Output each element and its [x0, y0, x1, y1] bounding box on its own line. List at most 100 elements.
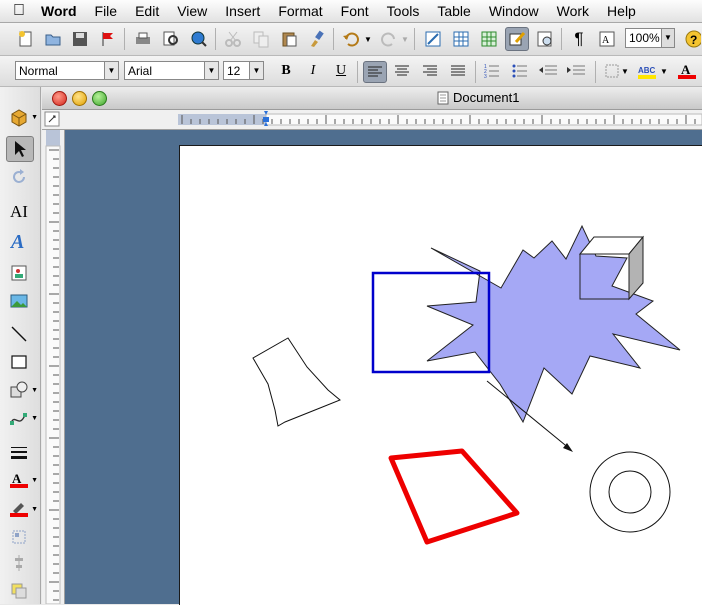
print-icon[interactable]: [131, 27, 155, 51]
group-objects-icon[interactable]: [6, 525, 32, 549]
align-distribute-icon[interactable]: [6, 551, 32, 575]
borders-dropdown-arrow-icon[interactable]: ▼: [620, 61, 630, 81]
menu-app-word[interactable]: Word: [32, 3, 86, 19]
svg-text:A: A: [10, 231, 24, 250]
arrange-order-icon[interactable]: [6, 579, 32, 603]
vertical-ruler[interactable]: [42, 130, 65, 604]
line-style-icon[interactable]: [6, 440, 32, 464]
insert-clip-art-icon[interactable]: [6, 261, 32, 285]
rectangle-tool-icon[interactable]: [6, 350, 32, 374]
paste-clipboard-icon[interactable]: [277, 27, 301, 51]
insert-spreadsheet-icon[interactable]: [477, 27, 501, 51]
italic-button[interactable]: I: [302, 61, 324, 81]
align-center-icon[interactable]: [391, 61, 413, 81]
document-map-icon[interactable]: [533, 27, 557, 51]
undo-dropdown-arrow-icon[interactable]: ▼: [363, 27, 373, 51]
new-document-icon[interactable]: [14, 27, 38, 51]
window-title-bar[interactable]: Document1: [42, 87, 702, 110]
copy-icon[interactable]: [249, 27, 273, 51]
font-select[interactable]: Arial ▼: [124, 61, 219, 80]
highlight-dropdown-arrow-icon[interactable]: ▼: [659, 61, 669, 81]
svg-text:ABC: ABC: [638, 66, 656, 75]
menu-file[interactable]: File: [86, 3, 127, 19]
text-box-icon[interactable]: A: [595, 27, 619, 51]
minimize-window-icon[interactable]: [72, 91, 87, 106]
show-hide-pilcrow-icon[interactable]: ¶: [567, 27, 591, 51]
zoom-magnifier-icon[interactable]: [187, 27, 211, 51]
cut-scissors-icon[interactable]: [221, 27, 245, 51]
autoshapes-cube-icon[interactable]: ▼: [6, 105, 38, 129]
underline-button[interactable]: U: [330, 61, 352, 81]
menu-font[interactable]: Font: [332, 3, 378, 19]
increase-indent-icon[interactable]: [565, 61, 587, 81]
close-window-icon[interactable]: [52, 91, 67, 106]
menu-edit[interactable]: Edit: [126, 3, 168, 19]
document-icon: [437, 91, 449, 104]
menu-tools[interactable]: Tools: [378, 3, 429, 19]
menu-table[interactable]: Table: [428, 3, 479, 19]
align-right-icon[interactable]: [419, 61, 441, 81]
menu-format[interactable]: Format: [269, 3, 331, 19]
menu-insert[interactable]: Insert: [216, 3, 269, 19]
redo-dropdown-arrow-icon[interactable]: ▼: [400, 27, 410, 51]
style-dropdown-arrow-icon[interactable]: ▼: [104, 62, 118, 79]
zoom-window-icon[interactable]: [92, 91, 107, 106]
menu-help[interactable]: Help: [598, 3, 645, 19]
align-left-icon[interactable]: [363, 61, 387, 83]
numbered-list-icon[interactable]: 123: [481, 61, 503, 81]
connectors-icon[interactable]: ▼: [6, 406, 38, 430]
font-color-icon[interactable]: A: [676, 61, 698, 81]
font-dropdown-arrow-icon[interactable]: ▼: [204, 62, 218, 79]
tables-borders-icon[interactable]: [421, 27, 445, 51]
red-flag-icon[interactable]: [96, 27, 120, 51]
formatting-toolbar: Normal ▼ Arial ▼ 12 ▼ B I U 123 ▼ ABC ▼ …: [0, 56, 702, 87]
bulleted-list-icon[interactable]: [509, 61, 531, 81]
zoom-value: 100%: [629, 31, 660, 45]
menu-window[interactable]: Window: [480, 3, 548, 19]
wordart-icon[interactable]: A: [6, 228, 32, 252]
basic-shapes-icon[interactable]: ▼: [6, 378, 38, 402]
document-window: Document1: [42, 87, 702, 605]
font-size-select[interactable]: 12 ▼: [223, 61, 264, 80]
menu-bar:  Word File Edit View Insert Format Font…: [0, 0, 702, 23]
line-tool-icon[interactable]: [6, 322, 32, 346]
select-arrow-icon[interactable]: [6, 136, 34, 162]
format-painter-brush-icon[interactable]: [305, 27, 329, 51]
document-page[interactable]: [179, 145, 702, 605]
open-folder-icon[interactable]: [41, 27, 65, 51]
svg-text:3: 3: [484, 74, 487, 80]
highlight-icon[interactable]: ABC: [637, 61, 659, 81]
zoom-select[interactable]: 100% ▼: [625, 28, 675, 48]
fill-color-icon[interactable]: ▼: [6, 497, 38, 521]
red-quadrilateral-shape[interactable]: [388, 448, 520, 545]
free-rotate-icon[interactable]: [6, 165, 32, 189]
svg-text:A: A: [681, 62, 691, 77]
menu-work[interactable]: Work: [548, 3, 598, 19]
redo-icon[interactable]: [377, 27, 401, 51]
style-select[interactable]: Normal ▼: [15, 61, 119, 80]
style-value: Normal: [19, 63, 58, 78]
drawing-toolbar-toggle-icon[interactable]: [505, 27, 529, 51]
save-disk-icon[interactable]: [68, 27, 92, 51]
menu-view[interactable]: View: [168, 3, 216, 19]
line-color-icon[interactable]: A ▼: [6, 468, 38, 492]
print-preview-icon[interactable]: [159, 27, 183, 51]
decrease-indent-icon[interactable]: [537, 61, 559, 81]
drawing-palette: ▼ AI A ▼ ▼ A ▼ ▼: [0, 87, 41, 604]
window-title: Document1: [437, 90, 519, 105]
apple-menu-icon[interactable]: : [6, 2, 32, 20]
zoom-dropdown-arrow-icon[interactable]: ▼: [661, 29, 674, 47]
horizontal-ruler[interactable]: [42, 110, 702, 130]
svg-text:A: A: [602, 35, 610, 46]
bold-button[interactable]: B: [275, 61, 297, 81]
justify-icon[interactable]: [447, 61, 469, 81]
text-box-tool-icon[interactable]: AI: [6, 200, 32, 224]
font-size-dropdown-arrow-icon[interactable]: ▼: [249, 62, 263, 79]
undo-icon[interactable]: [339, 27, 363, 51]
insert-picture-icon[interactable]: [6, 289, 32, 313]
freeform-outline-shape[interactable]: [252, 337, 341, 427]
standard-toolbar: ▼ ▼ ¶ A 100% ▼ ?: [0, 23, 702, 56]
insert-table-icon[interactable]: [449, 27, 473, 51]
help-icon[interactable]: ?: [680, 27, 702, 51]
donut-shape[interactable]: [589, 451, 671, 533]
